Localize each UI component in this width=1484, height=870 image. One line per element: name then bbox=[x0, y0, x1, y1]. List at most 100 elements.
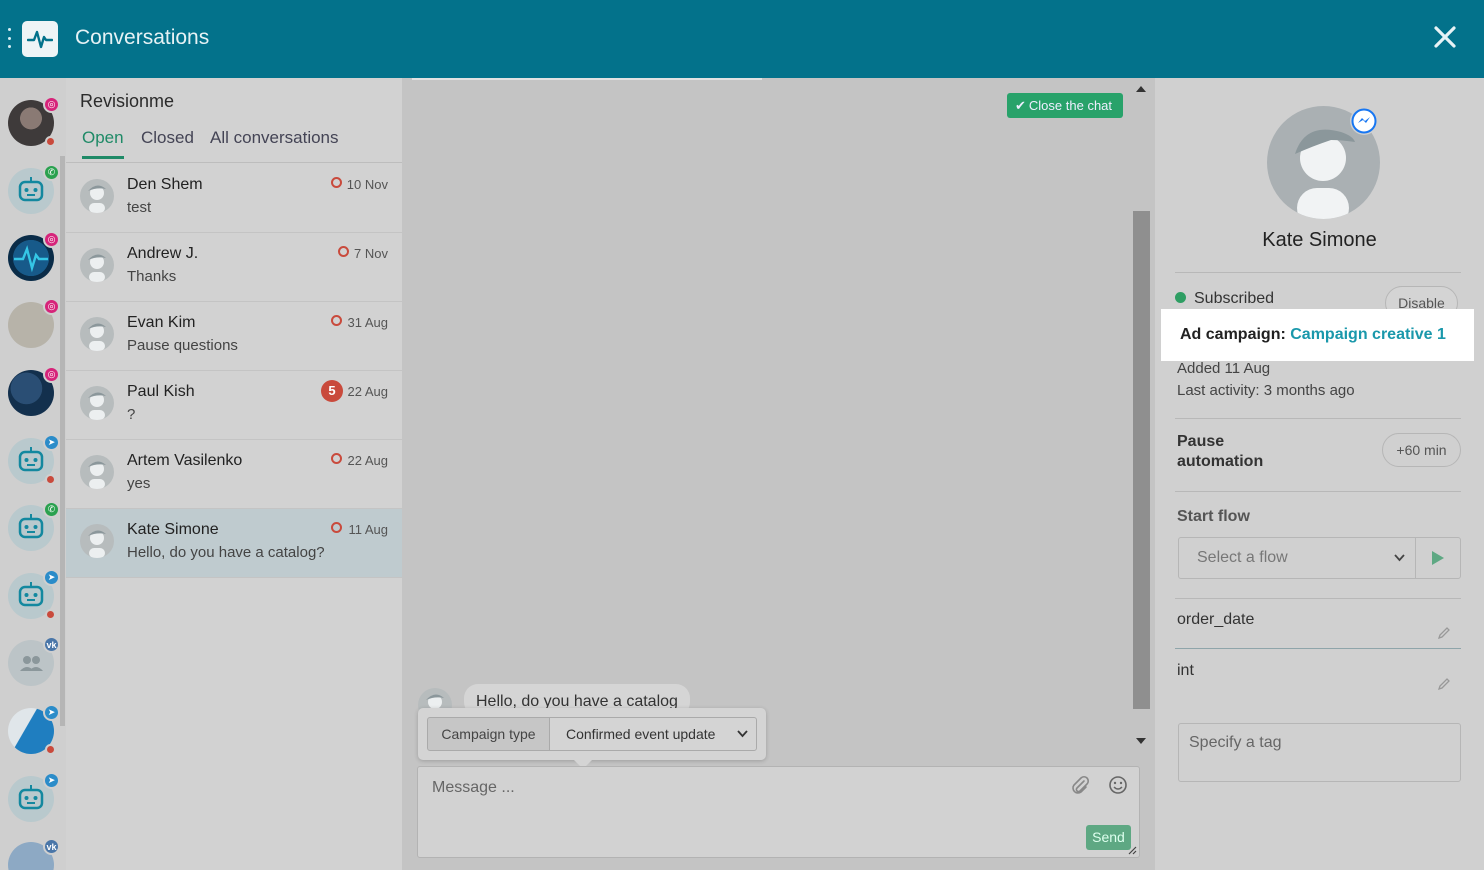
message-input[interactable]: Message ... bbox=[432, 779, 515, 797]
chevron-down-icon bbox=[1394, 554, 1405, 562]
instagram-icon: ◎ bbox=[43, 96, 60, 113]
account-avatar[interactable]: ➤ bbox=[8, 772, 60, 822]
last-message: Thanks bbox=[127, 268, 177, 285]
start-flow-label: Start flow bbox=[1177, 508, 1250, 525]
last-message: yes bbox=[127, 475, 151, 492]
tag-input[interactable]: Specify a tag bbox=[1178, 723, 1461, 782]
check-icon: ✔ bbox=[1015, 97, 1026, 113]
custom-field-order-date[interactable]: order_date bbox=[1177, 611, 1461, 657]
pause-automation-label: Pause automation bbox=[1177, 433, 1264, 470]
account-avatar[interactable]: vk bbox=[8, 636, 60, 686]
account-avatar[interactable]: ◎ bbox=[8, 96, 60, 147]
campaign-type-label: Campaign type bbox=[427, 717, 550, 751]
list-title: Revisionme bbox=[80, 91, 175, 111]
last-message: ? bbox=[127, 406, 136, 423]
campaign-type-select[interactable]: Confirmed event update bbox=[549, 717, 757, 751]
message-composer[interactable]: Message ... Send bbox=[417, 766, 1140, 858]
scroll-down-arrow-icon[interactable] bbox=[1136, 738, 1146, 744]
contact-name: Evan Kim bbox=[127, 314, 196, 331]
kebab-menu-icon[interactable] bbox=[8, 28, 12, 48]
pause-60-min-button[interactable]: +60 min bbox=[1382, 433, 1461, 467]
open-status-icon bbox=[331, 315, 342, 326]
conversation-date: 10 Nov bbox=[346, 177, 388, 192]
rail-scrollbar[interactable] bbox=[60, 156, 65, 726]
divider bbox=[1175, 648, 1461, 649]
emoji-icon[interactable] bbox=[1108, 775, 1128, 795]
whatsapp-icon: ✆ bbox=[43, 164, 60, 181]
send-button[interactable]: Send bbox=[1086, 825, 1131, 850]
vk-icon: vk bbox=[43, 838, 60, 855]
account-avatar[interactable]: ➤ bbox=[8, 434, 60, 485]
contact-name: Kate Simone bbox=[127, 521, 219, 538]
tab-open[interactable]: Open bbox=[82, 128, 124, 159]
conversation-item[interactable]: Paul Kish ? 5 22 Aug bbox=[66, 371, 402, 440]
play-icon bbox=[1432, 551, 1444, 565]
pulse-icon bbox=[27, 30, 53, 49]
account-avatar[interactable]: ✆ bbox=[8, 164, 60, 214]
close-chat-button[interactable]: ✔ Close the chat bbox=[1007, 93, 1123, 118]
pencil-icon[interactable] bbox=[1437, 626, 1451, 640]
accounts-rail: ◎ ✆ ◎ ◎ ◎ ➤ ✆ ➤ vk ➤ ➤ vk bbox=[0, 78, 66, 870]
conversation-item-selected[interactable]: Kate Simone Hello, do you have a catalog… bbox=[66, 509, 402, 578]
avatar bbox=[80, 386, 114, 420]
avatar bbox=[80, 317, 114, 351]
pencil-icon[interactable] bbox=[1437, 677, 1451, 691]
open-status-icon bbox=[331, 453, 342, 464]
account-avatar[interactable]: ➤ bbox=[8, 704, 60, 755]
status-dot bbox=[45, 609, 56, 620]
field-name: order_date bbox=[1177, 611, 1255, 628]
chat-area: ✔ Close the chat Hello, do you have a ca… bbox=[402, 78, 1155, 870]
account-avatar[interactable]: ◎ bbox=[8, 298, 60, 348]
contact-name: Artem Vasilenko bbox=[127, 452, 243, 469]
instagram-icon: ◎ bbox=[43, 298, 60, 315]
contact-name: Kate Simone bbox=[1262, 229, 1377, 251]
account-avatar[interactable]: vk bbox=[8, 838, 60, 870]
conversation-item[interactable]: Den Shem test 10 Nov bbox=[66, 164, 402, 233]
divider bbox=[412, 78, 762, 80]
close-chat-label: Close the chat bbox=[1028, 98, 1113, 113]
divider bbox=[1175, 418, 1461, 419]
conversation-list: Revisionme Open Closed All conversations… bbox=[66, 78, 402, 870]
start-flow-button[interactable] bbox=[1415, 537, 1461, 579]
conversation-date: 22 Aug bbox=[347, 384, 389, 399]
resize-handle-icon[interactable] bbox=[1127, 845, 1137, 855]
account-avatar[interactable]: ➤ bbox=[8, 569, 60, 620]
ad-campaign-link[interactable]: Campaign creative 1 bbox=[1290, 326, 1446, 343]
custom-field-int[interactable]: int bbox=[1177, 662, 1461, 708]
status-dot bbox=[45, 744, 56, 755]
conversation-item[interactable]: Artem Vasilenko yes 22 Aug bbox=[66, 440, 402, 509]
scroll-up-arrow-icon[interactable] bbox=[1136, 86, 1146, 92]
account-avatar[interactable]: ◎ bbox=[8, 231, 60, 281]
telegram-icon: ➤ bbox=[43, 569, 60, 586]
open-status-icon bbox=[331, 522, 342, 533]
instagram-icon: ◎ bbox=[43, 366, 60, 383]
conversation-item[interactable]: Evan Kim Pause questions 31 Aug bbox=[66, 302, 402, 371]
tab-all-conversations[interactable]: All conversations bbox=[210, 128, 339, 156]
avatar bbox=[80, 524, 114, 558]
divider bbox=[1175, 598, 1461, 599]
vk-icon: vk bbox=[43, 636, 60, 653]
conversation-item[interactable]: Andrew J. Thanks 7 Nov bbox=[66, 233, 402, 302]
account-avatar[interactable]: ◎ bbox=[8, 366, 60, 416]
conversation-date: 31 Aug bbox=[347, 315, 389, 330]
last-message: Pause questions bbox=[127, 337, 238, 354]
campaign-type-popup: Campaign type Confirmed event update bbox=[418, 708, 766, 760]
unread-count-badge: 5 bbox=[321, 380, 343, 402]
divider bbox=[1175, 272, 1461, 273]
conversation-tabs: Open Closed All conversations bbox=[66, 126, 402, 163]
ad-campaign-label: Ad campaign: bbox=[1180, 326, 1286, 343]
telegram-icon: ➤ bbox=[43, 772, 60, 789]
subscribed-label: Subscribed bbox=[1194, 290, 1275, 307]
chat-scrollbar[interactable] bbox=[1133, 211, 1150, 709]
field-name: int bbox=[1177, 662, 1194, 679]
account-avatar[interactable]: ✆ bbox=[8, 501, 60, 551]
flow-select-placeholder: Select a flow bbox=[1197, 549, 1288, 566]
close-icon[interactable] bbox=[1430, 22, 1460, 52]
tab-closed[interactable]: Closed bbox=[141, 128, 194, 156]
avatar bbox=[80, 248, 114, 282]
conversation-date: 22 Aug bbox=[347, 453, 389, 468]
flow-select[interactable]: Select a flow bbox=[1178, 537, 1416, 579]
avatar bbox=[80, 455, 114, 489]
paperclip-icon[interactable] bbox=[1070, 775, 1090, 795]
added-date: Added 11 Aug bbox=[1177, 360, 1271, 377]
